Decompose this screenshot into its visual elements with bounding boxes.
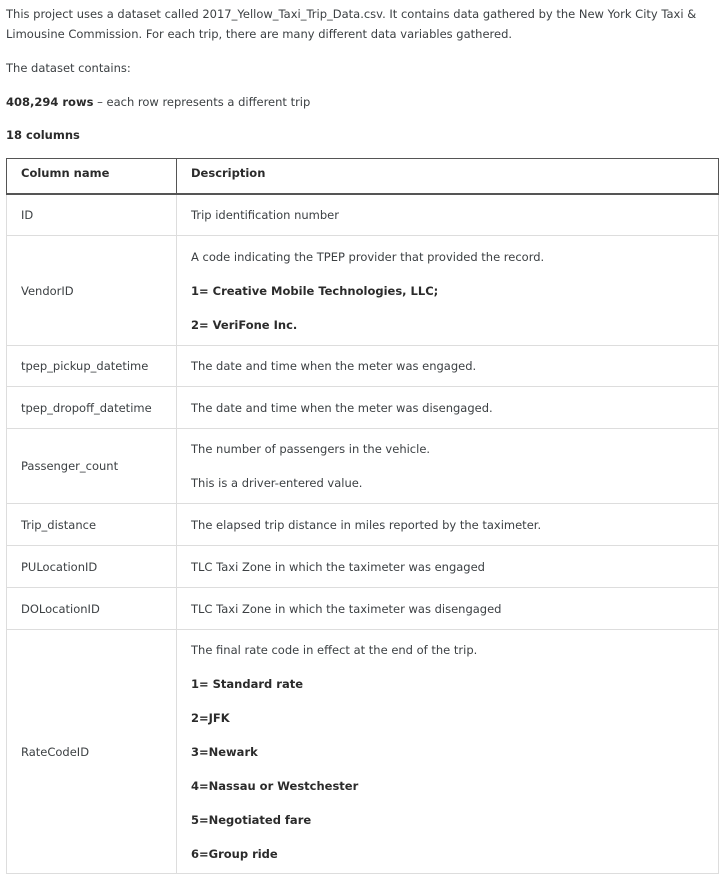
column-name-header: Column name — [6, 158, 177, 195]
rows-description: – each row represents a different trip — [93, 95, 311, 109]
description-value-option: 6=Group ride — [191, 846, 278, 861]
column-name-cell: tpep_dropoff_datetime — [6, 386, 177, 429]
column-name-cell: Passenger_count — [6, 428, 177, 504]
column-name-cell: PULocationID — [6, 545, 177, 588]
dataset-contains-label: The dataset contains: — [6, 61, 131, 75]
description-text: The elapsed trip distance in miles repor… — [191, 517, 542, 532]
description-value-option: 3=Newark — [191, 744, 258, 759]
description-value-option: 2= VeriFone Inc. — [191, 317, 298, 332]
table-row: PULocationID TLC Taxi Zone in which the t… — [6, 545, 719, 588]
description-text: The date and time when the meter was eng… — [191, 359, 477, 373]
column-name-cell: Trip_distance — [6, 503, 177, 546]
table-row: ID Trip identification number — [6, 193, 719, 236]
description-value-option: This is a driver-entered value. — [191, 476, 363, 490]
description-value-option: 1= Standard rate — [191, 676, 303, 691]
table-row: DOLocationID TLC Taxi Zone in which the t… — [6, 587, 719, 630]
description-cell: The number of passengers in the vehicle.… — [176, 428, 719, 504]
description-cell: The date and time when the meter was eng… — [176, 345, 719, 387]
description-text: Trip identification number — [191, 207, 339, 222]
description-cell: Trip identification number — [176, 193, 719, 236]
column-name-cell: VendorID — [6, 235, 177, 346]
column-name-cell: ID — [6, 193, 177, 236]
description-text: The final rate code in effect at the end… — [191, 642, 478, 657]
table-row: RateCodeID The final rate code in effect … — [6, 629, 719, 874]
column-name-cell: tpep_pickup_datetime — [6, 345, 177, 387]
description-cell: The date and time when the meter was dis… — [176, 386, 719, 429]
table-row: tpep_dropoff_datetime The date and time w… — [6, 386, 719, 429]
description-text: A code indicating the TPEP provider that… — [191, 249, 545, 264]
column-name-cell: RateCodeID — [6, 629, 177, 874]
description-value-option: 2=JFK — [191, 710, 230, 725]
description-cell: TLC Taxi Zone in which the taximeter was… — [176, 545, 719, 588]
rows-count: 408,294 rows — [6, 95, 94, 109]
columns-count: 18 columns — [6, 128, 80, 142]
description-cell: TLC Taxi Zone in which the taximeter was… — [176, 587, 719, 630]
table-row: Trip_distance The elapsed trip distance i… — [6, 503, 719, 546]
description-text: The date and time when the meter was dis… — [191, 400, 493, 415]
description-text: TLC Taxi Zone in which the taximeter was… — [191, 601, 502, 616]
table-row: tpep_pickup_datetime The date and time wh… — [6, 345, 719, 387]
description-value-option: 5=Negotiated fare — [191, 812, 312, 827]
description-text: TLC Taxi Zone in which the taximeter was… — [191, 559, 485, 574]
description-cell: The elapsed trip distance in miles repor… — [176, 503, 719, 546]
description-text: The number of passengers in the vehicle. — [191, 442, 431, 456]
rows-summary: 408,294 rows – each row represents a dif… — [6, 92, 712, 112]
description-cell: The final rate code in effect at the end… — [176, 629, 719, 874]
table-row: Passenger_count The number of passengers … — [6, 428, 719, 504]
table-row: VendorID A code indicating the TPEP provi… — [6, 235, 719, 346]
column-name-cell: DOLocationID — [6, 587, 177, 630]
description-cell: A code indicating the TPEP provider that… — [176, 235, 719, 346]
description-value-option: 1= Creative Mobile Technologies, LLC; — [191, 283, 439, 298]
description-header: Description — [176, 158, 719, 195]
description-value-option: 4=Nassau or Westchester — [191, 778, 359, 793]
intro-paragraph: This project uses a dataset called 2017_… — [6, 7, 697, 41]
table-header-row: Column name Description — [6, 158, 719, 195]
column-reference-table: Column name Description ID Trip identific… — [6, 158, 719, 874]
